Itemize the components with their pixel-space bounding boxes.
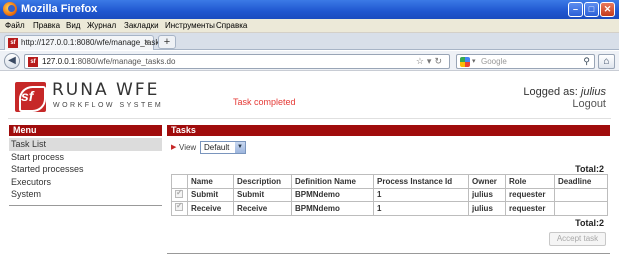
- column-header-name[interactable]: Name: [187, 174, 234, 189]
- logo-title: RUNA WFE: [52, 80, 160, 100]
- cell-deadline: [554, 201, 608, 216]
- back-button[interactable]: ◀: [4, 53, 20, 69]
- tasks-table: Name Description Definition Name Process…: [171, 174, 608, 216]
- table-header-row: Name Description Definition Name Process…: [171, 174, 608, 189]
- search-icon[interactable]: ⚲: [583, 56, 590, 67]
- menu-header: Menu: [9, 125, 162, 136]
- menu-view[interactable]: Вид: [66, 21, 80, 30]
- runa-wfe-logo: sf RUNA WFE WORKFLOW SYSTEM: [15, 80, 195, 112]
- cell-process-instance-id: 1: [373, 187, 469, 202]
- cell-description: Submit: [233, 187, 292, 202]
- content-bottom-divider: [167, 253, 610, 254]
- navigation-bar: ◀ sf 127.0.0.1:8080/wfe/manage_tasks.do …: [0, 51, 619, 71]
- menu-tools[interactable]: Инструменты: [165, 21, 215, 30]
- row-checkbox-cell: [171, 201, 188, 216]
- row-checkbox[interactable]: [175, 188, 183, 198]
- sidebar-menu: Task List Start process Started processe…: [9, 138, 162, 201]
- search-bar[interactable]: ▾ Google ⚲: [456, 54, 595, 69]
- cell-definition-name: BPMNdemo: [291, 201, 374, 216]
- search-engine-dropdown-icon[interactable]: ▾: [472, 57, 476, 65]
- url-path: :8080/wfe/manage_tasks.do: [75, 57, 176, 66]
- menu-file[interactable]: Файл: [5, 21, 25, 30]
- firefox-icon: [3, 2, 17, 16]
- cell-owner: julius: [468, 187, 506, 202]
- expand-arrow-icon[interactable]: ▶: [171, 143, 176, 151]
- view-label[interactable]: View: [179, 143, 196, 152]
- tab-strip: sf http://127.0.0.1:8080/wfe/manage_task…: [0, 33, 619, 50]
- cell-process-instance-id: 1: [373, 201, 469, 216]
- column-header-role[interactable]: Role: [505, 174, 555, 189]
- chevron-down-icon: ▼: [235, 142, 245, 153]
- home-button[interactable]: ⌂: [598, 54, 615, 69]
- tab-close-icon[interactable]: ×: [144, 37, 149, 47]
- total-count-top: Total:2: [575, 164, 604, 174]
- logout-link[interactable]: Logout: [572, 98, 606, 110]
- sidebar-item-executors[interactable]: Executors: [9, 176, 162, 189]
- new-tab-button[interactable]: +: [158, 35, 176, 49]
- search-placeholder: Google: [481, 57, 507, 66]
- runa-logo-icon: sf: [15, 82, 46, 112]
- url-actions[interactable]: ☆▾↻: [416, 56, 445, 67]
- menu-help[interactable]: Справка: [216, 21, 247, 30]
- table-row[interactable]: Submit Submit BPMNdemo 1 julius requeste…: [171, 187, 608, 202]
- cell-owner: julius: [468, 201, 506, 216]
- url-host: 127.0.0.1: [42, 57, 76, 66]
- menu-divider: [9, 205, 162, 206]
- sidebar-item-start-process[interactable]: Start process: [9, 151, 162, 164]
- username: julius: [580, 86, 606, 98]
- column-header-deadline[interactable]: Deadline: [554, 174, 608, 189]
- sidebar-item-task-list[interactable]: Task List: [9, 138, 162, 151]
- window-titlebar: Mozilla Firefox – □ ✕: [0, 0, 619, 19]
- column-header-description[interactable]: Description: [233, 174, 292, 189]
- column-header-definition-name[interactable]: Definition Name: [291, 174, 374, 189]
- tab-label: http://127.0.0.1:8080/wfe/manage_tasks.d…: [21, 38, 175, 47]
- sidebar-item-started-processes[interactable]: Started processes: [9, 163, 162, 176]
- sidebar-item-system[interactable]: System: [9, 188, 162, 201]
- logo-subtitle: WORKFLOW SYSTEM: [53, 102, 164, 109]
- column-header-select: [171, 174, 188, 189]
- logged-as-label: Logged as: julius: [523, 86, 606, 98]
- minimize-button[interactable]: –: [568, 2, 583, 17]
- cell-name[interactable]: Submit: [187, 187, 234, 202]
- menu-bookmarks[interactable]: Закладки: [124, 21, 159, 30]
- close-window-button[interactable]: ✕: [600, 2, 615, 17]
- table-row[interactable]: Receive Receive BPMNdemo 1 julius reques…: [171, 201, 608, 216]
- accept-task-button[interactable]: Accept task: [549, 232, 606, 246]
- column-header-owner[interactable]: Owner: [468, 174, 506, 189]
- google-icon[interactable]: [460, 57, 470, 67]
- url-bar[interactable]: sf 127.0.0.1:8080/wfe/manage_tasks.do ☆▾…: [24, 54, 450, 69]
- total-count-bottom: Total:2: [575, 218, 604, 228]
- header-divider: [8, 118, 611, 119]
- site-favicon-icon: sf: [28, 57, 38, 67]
- view-select-value: Default: [204, 143, 230, 152]
- row-checkbox[interactable]: [175, 201, 183, 212]
- tasks-header: Tasks: [167, 125, 610, 136]
- cell-description: Receive: [233, 201, 292, 216]
- menu-history[interactable]: Журнал: [87, 21, 116, 30]
- status-message: Task completed: [233, 97, 296, 107]
- maximize-button[interactable]: □: [584, 2, 599, 17]
- cell-role: requester: [505, 201, 555, 216]
- cell-deadline: [554, 187, 608, 202]
- browser-menubar: Файл Правка Вид Журнал Закладки Инструме…: [0, 19, 619, 33]
- runa-favicon-icon: sf: [8, 38, 18, 48]
- cell-name[interactable]: Receive: [187, 201, 234, 216]
- cell-role: requester: [505, 187, 555, 202]
- browser-tab[interactable]: sf http://127.0.0.1:8080/wfe/manage_task…: [4, 35, 174, 50]
- cell-definition-name: BPMNdemo: [291, 187, 374, 202]
- url-text[interactable]: 127.0.0.1:8080/wfe/manage_tasks.do: [42, 57, 175, 66]
- page-content: sf RUNA WFE WORKFLOW SYSTEM Task complet…: [0, 72, 619, 260]
- reload-icon[interactable]: ↻: [434, 56, 445, 66]
- column-header-process-instance-id[interactable]: Process Instance Id: [373, 174, 469, 189]
- view-select[interactable]: Default ▼: [200, 141, 246, 154]
- menu-edit[interactable]: Правка: [33, 21, 60, 30]
- row-checkbox-cell: [171, 187, 188, 202]
- window-title: Mozilla Firefox: [21, 3, 98, 15]
- bookmark-star-icon[interactable]: ☆: [416, 56, 427, 66]
